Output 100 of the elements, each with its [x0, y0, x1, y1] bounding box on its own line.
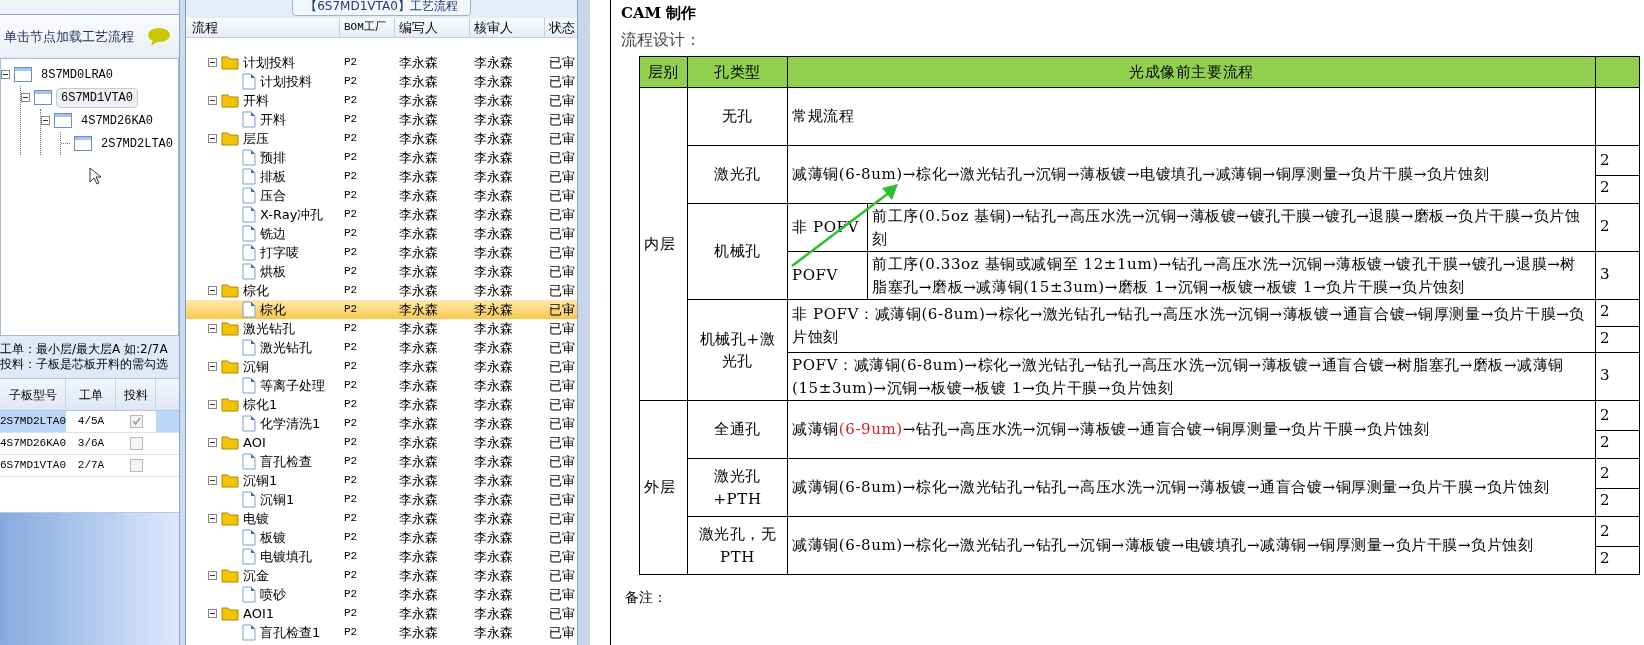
table-cell-text: 李永森 — [398, 471, 439, 490]
tree-row[interactable]: 板镀 P2 李永森 李永森 已审 — [186, 528, 577, 547]
collapse-icon[interactable] — [208, 476, 217, 485]
document-icon — [242, 624, 256, 641]
tree-row[interactable]: 铣边 P2 李永森 李永森 已审 — [186, 224, 577, 243]
checkbox[interactable] — [129, 437, 143, 450]
table-cell-text: 6S7MD1VTA0 — [0, 458, 66, 474]
table-cell-text: 李永森 — [398, 91, 439, 110]
tree-row[interactable]: 喷砂 P2 李永森 李永森 已审 — [186, 585, 577, 604]
collapse-icon[interactable] — [41, 116, 50, 125]
tree-row[interactable]: 层压 P2 李永森 李永森 已审 — [186, 129, 577, 148]
column-header[interactable]: BOM工厂 — [340, 18, 395, 37]
table-cell-text: 已审 — [548, 357, 576, 376]
table-cell-text: 李永森 — [473, 585, 514, 604]
collapse-icon[interactable] — [208, 324, 217, 333]
tree-row[interactable]: 开料 P2 李永森 李永森 已审 — [186, 91, 577, 110]
tree-row[interactable]: AOI1 P2 李永森 李永森 已审 — [186, 604, 577, 623]
panel-title-tab[interactable]: 【6S7MD1VTA0】工艺流程 — [292, 0, 471, 16]
collapse-icon[interactable] — [208, 96, 217, 105]
tree-row[interactable]: 计划投料 P2 李永森 李永森 已审 — [186, 72, 577, 91]
tree-row[interactable]: 电镀 P2 李永森 李永森 已审 — [186, 509, 577, 528]
tree-node[interactable]: 6S7MD1VTA0 — [56, 87, 138, 108]
table-cell-text: 李永森 — [473, 566, 514, 585]
tree-node[interactable]: 2S7MD2LTA0 — [96, 133, 178, 154]
collapse-icon[interactable] — [208, 58, 217, 67]
tree-row[interactable]: 开料 P2 李永森 李永森 已审 — [186, 110, 577, 129]
column-header[interactable]: 编写人 — [395, 18, 470, 37]
document-icon — [242, 529, 256, 546]
collapse-icon[interactable] — [208, 514, 217, 523]
table-cell-text: P2 — [343, 340, 359, 356]
table-cell-text: 李永森 — [398, 319, 439, 338]
table-row[interactable]: 2S7MD2LTA0 4/5A — [0, 411, 179, 433]
table-cell-text: 李永森 — [473, 471, 514, 490]
hole-type-cell: 无孔 — [687, 87, 788, 146]
collapse-icon[interactable] — [208, 609, 217, 618]
column-header[interactable]: 投料 — [116, 379, 156, 410]
collapse-icon[interactable] — [208, 400, 217, 409]
checkbox[interactable] — [129, 459, 143, 472]
table-cell-text: 2S7MD2LTA0 — [0, 414, 66, 430]
tree-row[interactable]: 打字唛 P2 李永森 李永森 已审 — [186, 243, 577, 262]
tree-row[interactable]: AOI P2 李永森 李永森 已审 — [186, 433, 577, 452]
document-icon — [242, 301, 256, 318]
tree-row[interactable]: 激光钻孔 P2 李永森 李永森 已审 — [186, 338, 577, 357]
tree-row[interactable]: 排板 P2 李永森 李永森 已审 — [186, 167, 577, 186]
tree-label: X-Ray冲孔 — [260, 205, 324, 224]
tree-row[interactable]: 盲孔检查1 P2 李永森 李永森 已审 — [186, 623, 577, 642]
table-cell-text: 3 — [1599, 263, 1612, 285]
checkbox[interactable] — [129, 415, 143, 428]
folder-icon — [221, 568, 239, 583]
table-cell-text: 已审 — [548, 509, 576, 528]
tree-row[interactable]: 化学清洗1 P2 李永森 李永森 已审 — [186, 414, 577, 433]
column-header[interactable]: 核审人 — [470, 18, 545, 37]
document-icon — [242, 73, 256, 90]
column-header[interactable]: 子板型号 — [0, 379, 66, 410]
collapse-icon[interactable] — [208, 134, 217, 143]
tree-row[interactable]: 棕化1 P2 李永森 李永森 已审 — [186, 395, 577, 414]
table-cell-text: 李永森 — [398, 110, 439, 129]
table-cell-text: 李永森 — [398, 547, 439, 566]
column-header[interactable]: 流程 — [188, 18, 340, 37]
table-cell-text: 2 — [1599, 215, 1612, 237]
tree-row[interactable]: 沉铜 P2 李永森 李永森 已审 — [186, 357, 577, 376]
table-cell-text: 李永森 — [398, 433, 439, 452]
table-cell-text: 李永森 — [398, 300, 439, 319]
collapse-icon[interactable] — [208, 362, 217, 371]
table-cell-text: 李永森 — [398, 72, 439, 91]
tree-row[interactable]: 沉铜1 P2 李永森 李永森 已审 — [186, 471, 577, 490]
tree-row[interactable]: 计划投料 P2 李永森 李永森 已审 — [186, 53, 577, 72]
collapse-icon[interactable] — [21, 93, 30, 102]
tree-row[interactable]: 压合 P2 李永森 李永森 已审 — [186, 186, 577, 205]
flow-cell: POFV：减薄铜(6-8um)→棕化→激光钻孔→钻孔→高压水洗→沉铜→薄板镀→通盲合镀→树脂塞孔→磨板→减薄铜(15±3um)→沉铜→板镀→板镀 1→负片干膜→负片蚀刻 — [787, 352, 1596, 401]
table-cell-text: P2 — [343, 397, 359, 413]
tree-node[interactable]: 8S7MD0LRA0 — [36, 64, 118, 85]
tree-row[interactable]: 激光钻孔 P2 李永森 李永森 已审 — [186, 319, 577, 338]
table-cell-text: 4S7MD26KA0 — [0, 436, 66, 452]
tree-row[interactable]: 棕化 P2 李永森 李永森 已审 — [186, 281, 577, 300]
table-cell-text: 李永森 — [473, 300, 514, 319]
tree-label: 沉铜 — [243, 357, 269, 376]
collapse-icon[interactable] — [1, 70, 10, 79]
table-cell-text: 李永森 — [473, 243, 514, 262]
tree-row[interactable]: 电镀填孔 P2 李永森 李永森 已审 — [186, 547, 577, 566]
tree-row[interactable]: X-Ray冲孔 P2 李永森 李永森 已审 — [186, 205, 577, 224]
column-header[interactable]: 工单 — [66, 379, 116, 410]
note-text: 投料：子板是芯板开料的需勾选 — [0, 357, 169, 372]
window-icon — [14, 67, 32, 82]
tree-row[interactable]: 沉金 P2 李永森 李永森 已审 — [186, 566, 577, 585]
tree-node[interactable]: 4S7MD26KA0 — [76, 110, 158, 131]
collapse-icon[interactable] — [208, 571, 217, 580]
tree-row[interactable]: 棕化 P2 李永森 李永森 已审 — [186, 300, 577, 319]
collapse-icon[interactable] — [208, 286, 217, 295]
tree-row[interactable]: 烘板 P2 李永森 李永森 已审 — [186, 262, 577, 281]
table-cell-text: 已审 — [548, 167, 576, 186]
tree-row[interactable]: 盲孔检查 P2 李永森 李永森 已审 — [186, 452, 577, 471]
table-cell-text: 已审 — [548, 281, 576, 300]
table-cell-text: 已审 — [548, 319, 576, 338]
tree-row[interactable]: 预排 P2 李永森 李永森 已审 — [186, 148, 577, 167]
tree-label: 化学清洗1 — [260, 414, 321, 433]
collapse-icon[interactable] — [208, 438, 217, 447]
tree-row[interactable]: 沉铜1 P2 李永森 李永森 已审 — [186, 490, 577, 509]
tree-label: 盲孔检查 — [260, 452, 312, 471]
tree-row[interactable]: 等离子处理 P2 李永森 李永森 已审 — [186, 376, 577, 395]
